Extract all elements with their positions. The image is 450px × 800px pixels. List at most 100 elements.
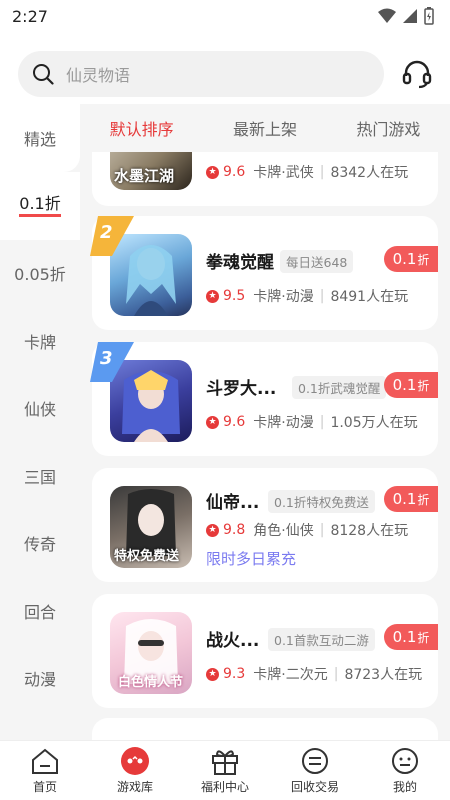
game-score: 9.3 (223, 666, 246, 682)
status-icons (378, 7, 434, 25)
search-input[interactable]: 仙灵物语 (18, 51, 384, 97)
headset-icon (402, 60, 432, 89)
star-icon: ★ (206, 165, 219, 179)
search-row: 仙灵物语 (18, 50, 438, 98)
star-icon: ★ (206, 289, 219, 303)
game-card[interactable]: 水墨江湖 ★ 9.6 卡牌·武侠 | 8342人在玩 (92, 152, 438, 206)
rank-badge: 3 (90, 342, 134, 382)
search-placeholder: 仙灵物语 (66, 66, 131, 85)
game-card[interactable]: 特权免费送 仙帝... 0.1折特权免费送 0.1 折 ★ 9.8 角色·仙侠 |… (92, 468, 438, 582)
customer-service-button[interactable] (400, 57, 434, 91)
game-score: 9.6 (223, 164, 246, 180)
discount-value: 0.1 (392, 490, 417, 508)
star-icon: ★ (206, 415, 219, 429)
game-players: 8491人在玩 (330, 289, 409, 305)
sidebar-item-featured[interactable]: 精选 (0, 104, 80, 172)
category-sidebar: 精选 0.1折 0.05折 卡牌 仙侠 三国 传奇 回合 动漫 (0, 104, 80, 740)
game-meta: ★ 9.3 卡牌·二次元 | 8723人在玩 (206, 664, 422, 684)
game-category: 卡牌·武侠 (253, 165, 314, 181)
sidebar-item-turn-based[interactable]: 回合 (0, 577, 80, 645)
game-tag: 每日送648 (280, 250, 354, 273)
trade-icon (302, 748, 328, 774)
game-tag: 0.1折特权免费送 (268, 490, 375, 513)
profile-icon (392, 748, 418, 774)
discount-badge: 0.1 折 (384, 372, 438, 398)
divider: | (319, 522, 325, 538)
status-time: 2:27 (12, 6, 48, 26)
sidebar-item-label: 仙侠 (23, 400, 56, 420)
game-score: 9.6 (223, 414, 246, 430)
discount-value: 0.1 (392, 250, 417, 268)
game-players: 1.05万人在玩 (330, 415, 418, 431)
game-card[interactable]: 白色情人节 战火... 0.1首款互动二游 0.1 折 ★ 9.3 卡牌·二次元 … (92, 594, 438, 708)
game-tag: 0.1首款互动二游 (268, 628, 375, 651)
game-name: 拳魂觉醒 (206, 253, 274, 273)
sidebar-item-card[interactable]: 卡牌 (0, 307, 80, 375)
discount-badge: 0.1 折 (384, 486, 438, 512)
nav-home-label: 首页 (32, 780, 57, 794)
divider: | (319, 414, 325, 430)
rank-number: 3 (100, 348, 113, 369)
sidebar-item-label: 传奇 (23, 535, 56, 555)
game-icon-text: 水墨江湖 (114, 167, 175, 185)
nav-home[interactable]: 首页 (0, 746, 90, 795)
home-icon (32, 748, 58, 774)
sidebar-item-xianxia[interactable]: 仙侠 (0, 375, 80, 443)
tab-default-sort[interactable]: 默认排序 (110, 116, 174, 140)
game-category: 角色·仙侠 (253, 523, 314, 539)
game-players: 8723人在玩 (344, 667, 423, 683)
signal-icon (403, 9, 417, 23)
nav-recycle-trade-label: 回收交易 (290, 780, 339, 794)
discount-value: 0.1 (392, 628, 417, 646)
sidebar-item-anime[interactable]: 动漫 (0, 645, 80, 713)
wifi-icon (378, 8, 396, 23)
game-meta: ★ 9.6 卡牌·武侠 | 8342人在玩 (206, 162, 408, 182)
game-card[interactable]: 3 斗罗大... 0.1折武魂觉醒 0.1 折 ★ 9.6 卡牌·动漫 | 1.0… (90, 342, 438, 456)
discount-unit: 折 (417, 492, 430, 507)
battery-icon (424, 7, 434, 25)
nav-game-library-label: 游戏库 (116, 780, 153, 794)
tab-popular[interactable]: 热门游戏 (356, 116, 420, 140)
divider: | (319, 288, 325, 304)
status-bar: 2:27 (0, 0, 450, 32)
game-list: 水墨江湖 ★ 9.6 卡牌·武侠 | 8342人在玩 2 拳魂觉醒 每日送648… (80, 152, 450, 740)
sidebar-item-label: 回合 (23, 602, 56, 622)
discount-unit: 折 (417, 252, 430, 267)
sidebar-item-label: 动漫 (23, 670, 56, 690)
tab-newest[interactable]: 最新上架 (233, 116, 297, 140)
game-name: 仙帝... (206, 493, 260, 513)
discount-badge: 0.1 折 (384, 246, 438, 272)
game-icon-text: 白色情人节 (118, 675, 184, 690)
game-category: 卡牌·动漫 (253, 289, 314, 305)
nav-welfare-center[interactable]: 福利中心 (180, 746, 270, 795)
discount-unit: 折 (417, 378, 430, 393)
game-meta: ★ 9.6 卡牌·动漫 | 1.05万人在玩 (206, 412, 418, 432)
game-card[interactable]: 2 拳魂觉醒 每日送648 0.1 折 ★ 9.5 卡牌·动漫 | 8491人在玩 (90, 216, 438, 330)
sidebar-item-label: 卡牌 (23, 332, 56, 352)
nav-welfare-center-label: 福利中心 (200, 780, 249, 794)
sidebar-item-three-kingdoms[interactable]: 三国 (0, 442, 80, 510)
game-icon: 白色情人节 (110, 612, 192, 694)
star-icon: ★ (206, 523, 219, 537)
sidebar-item-0-1-discount[interactable]: 0.1折 (0, 172, 80, 240)
game-name: 斗罗大... (206, 379, 277, 399)
game-players: 8342人在玩 (330, 165, 409, 181)
nav-recycle-trade[interactable]: 回收交易 (270, 746, 360, 795)
nav-mine[interactable]: 我的 (360, 746, 450, 795)
sidebar-item-0-05-discount[interactable]: 0.05折 (0, 240, 80, 308)
game-category: 卡牌·动漫 (253, 415, 314, 431)
game-icon: 特权免费送 (110, 486, 192, 568)
game-name: 战火... (206, 631, 260, 651)
game-meta: ★ 9.5 卡牌·动漫 | 8491人在玩 (206, 286, 408, 306)
discount-value: 0.1 (392, 376, 417, 394)
search-icon (33, 64, 54, 85)
game-card[interactable] (92, 718, 438, 740)
sort-tabs: 默认排序 最新上架 热门游戏 (80, 104, 450, 152)
rank-badge: 2 (90, 216, 134, 256)
sidebar-item-legend[interactable]: 传奇 (0, 510, 80, 578)
discount-unit: 折 (417, 630, 430, 645)
game-score: 9.5 (223, 288, 246, 304)
divider: | (319, 164, 325, 180)
game-category: 卡牌·二次元 (253, 667, 328, 683)
nav-game-library[interactable]: 游戏库 (90, 746, 180, 795)
